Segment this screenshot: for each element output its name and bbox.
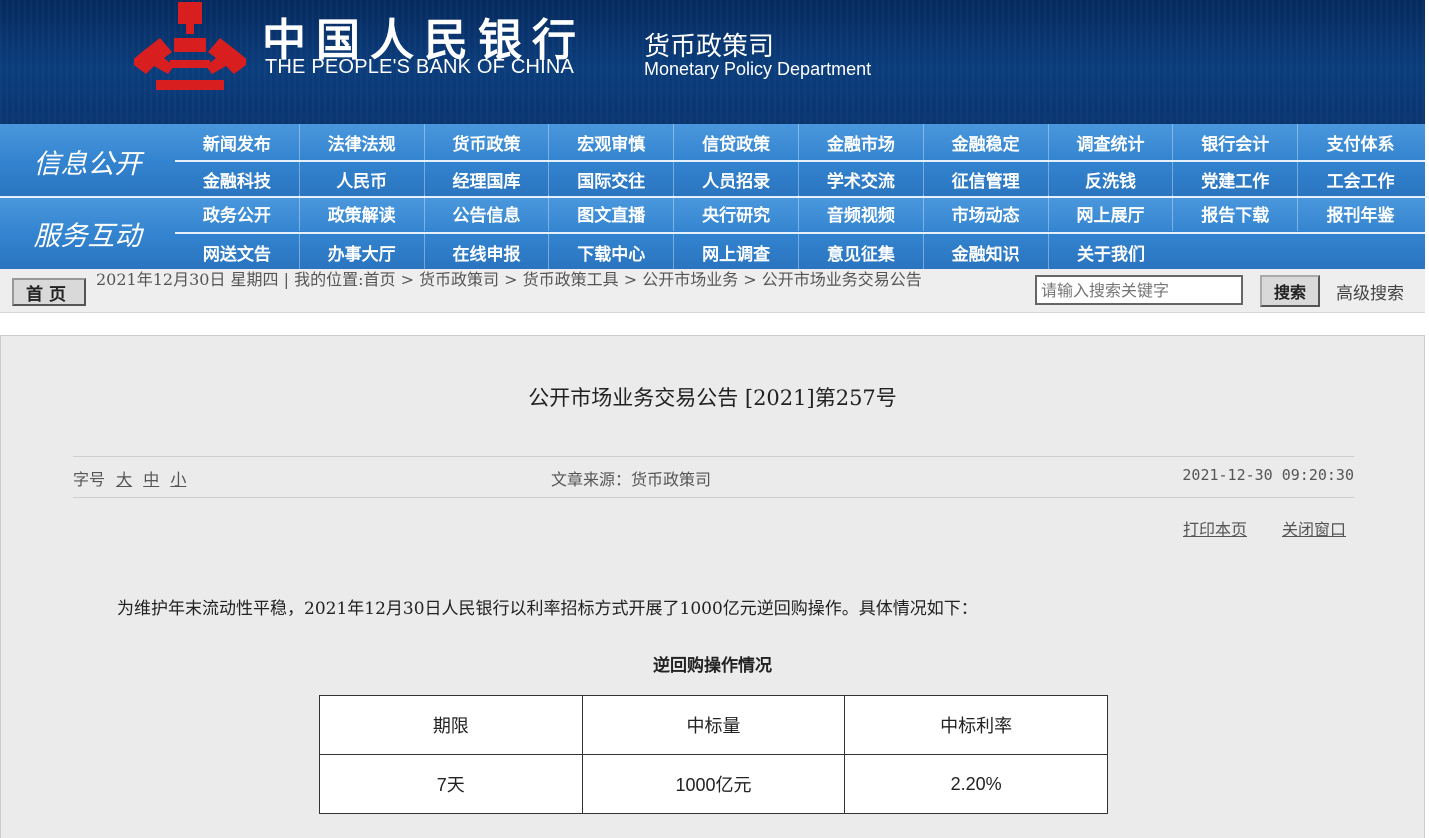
- advanced-search-link[interactable]: 高级搜索: [1336, 279, 1404, 304]
- print-page-link[interactable]: 打印本页: [1183, 516, 1247, 540]
- nav-item[interactable]: 报告下载: [1173, 195, 1299, 231]
- nav-item[interactable]: 网上调查: [674, 234, 799, 270]
- home-button[interactable]: 首页: [12, 278, 86, 306]
- nav-item[interactable]: 工会工作: [1298, 161, 1423, 197]
- page-title: 公开市场业务交易公告 [2021]第257号: [528, 386, 897, 410]
- pboc-logo-icon[interactable]: [134, 0, 246, 92]
- header-rate: 中标利率: [844, 695, 1108, 755]
- font-size-small-link[interactable]: 小: [170, 470, 186, 489]
- nav-item[interactable]: 市场动态: [924, 195, 1049, 231]
- breadcrumb-bar: 首页 2021年12月30日 星期四 | 我的位置:首页 > 货币政策司 > 货…: [0, 269, 1425, 313]
- cell-term: 7天: [319, 754, 583, 814]
- nav-item[interactable]: 人民币: [300, 161, 425, 197]
- header-term: 期限: [319, 695, 583, 755]
- nav-item[interactable]: 反洗钱: [1049, 161, 1174, 197]
- nav-row: 金融科技 人民币 经理国库 国际交往 人员招录 学术交流 征信管理 反洗钱 党建工作 工会工作: [175, 161, 1423, 197]
- nav-item[interactable]: 报刊年鉴: [1298, 195, 1423, 231]
- nav-item[interactable]: 信贷政策: [674, 124, 799, 160]
- nav-item[interactable]: 政务公开: [175, 195, 300, 231]
- nav-item[interactable]: 金融稳定: [924, 124, 1049, 160]
- nav-item[interactable]: 宏观审慎: [549, 124, 675, 160]
- nav-item[interactable]: 金融知识: [924, 234, 1049, 270]
- article-panel: 公开市场业务交易公告 [2021]第257号 字号 大 中 小 文章来源：货币政…: [0, 335, 1425, 838]
- nav-item[interactable]: 公告信息: [425, 195, 550, 231]
- font-size-medium-link[interactable]: 中: [143, 470, 159, 489]
- nav-section-label-service: 服务互动: [33, 221, 142, 252]
- nav-item[interactable]: 法律法规: [300, 124, 425, 160]
- font-size-control: 字号 大 中 小: [73, 466, 186, 490]
- nav-item[interactable]: 图文直播: [549, 195, 675, 231]
- nav-item[interactable]: 征信管理: [924, 161, 1049, 197]
- publish-date: 2021-12-30 09:20:30: [1182, 466, 1354, 484]
- nav-item[interactable]: 音频视频: [799, 195, 924, 231]
- search-input[interactable]: [1035, 275, 1243, 305]
- bank-name-en: THE PEOPLE'S BANK OF CHINA: [265, 56, 575, 78]
- nav-item[interactable]: 人员招录: [674, 161, 799, 197]
- nav-row: 新闻发布 法律法规 货币政策 宏观审慎 信贷政策 金融市场 金融稳定 调查统计 银行会计 支付体系: [175, 124, 1423, 160]
- nav-item[interactable]: 在线申报: [425, 234, 550, 270]
- article-body: 为维护年末流动性平稳，2021年12月30日人民银行以利率招标方式开展了1000…: [117, 599, 978, 619]
- nav-item[interactable]: 银行会计: [1173, 124, 1299, 160]
- department-name-en: Monetary Policy Department: [644, 59, 872, 79]
- nav-service-interaction: 服务互动 政务公开 政策解读 公告信息 图文直播 央行研究 音频视频 市场动态 网上展厅 报告下…: [0, 195, 1425, 270]
- nav-row: 政务公开 政策解读 公告信息 图文直播 央行研究 音频视频 市场动态 网上展厅 报告下载 报刊年鉴: [175, 195, 1423, 231]
- nav-item[interactable]: 意见征集: [799, 234, 924, 270]
- nav-item[interactable]: 学术交流: [799, 161, 924, 197]
- cell-rate: 2.20%: [844, 754, 1108, 814]
- reverse-repo-table: 期限 中标量 中标利率 7天 1000亿元 2.20%: [319, 695, 1108, 814]
- nav-item[interactable]: 党建工作: [1173, 161, 1299, 197]
- table-title: 逆回购操作情况: [653, 656, 772, 676]
- nav-item[interactable]: 金融市场: [799, 124, 924, 160]
- search-button[interactable]: 搜索: [1260, 275, 1320, 307]
- table-row: 7天 1000亿元 2.20%: [319, 754, 1108, 814]
- nav-item[interactable]: 关于我们: [1049, 234, 1174, 270]
- header-amount: 中标量: [581, 695, 846, 755]
- nav-info-disclosure: 信息公开 新闻发布 法律法规 货币政策 宏观审慎 信贷政策 金融市场 金融稳定 调查统计 银行会…: [0, 124, 1425, 198]
- font-size-label: 字号: [73, 470, 106, 489]
- cell-amount: 1000亿元: [581, 754, 846, 814]
- nav-item[interactable]: 办事大厅: [300, 234, 425, 270]
- nav-item[interactable]: 金融科技: [175, 161, 300, 197]
- nav-item[interactable]: 下载中心: [549, 234, 675, 270]
- table-header-row: 期限 中标量 中标利率: [319, 695, 1108, 755]
- nav-section-label-info: 信息公开: [33, 148, 142, 180]
- nav-item[interactable]: 经理国库: [425, 161, 550, 197]
- nav-item[interactable]: 新闻发布: [175, 124, 300, 160]
- nav-row: 网送文告 办事大厅 在线申报 下载中心 网上调查 意见征集 金融知识 关于我们: [175, 234, 1173, 270]
- nav-item[interactable]: 支付体系: [1298, 124, 1423, 160]
- nav-item[interactable]: 货币政策: [425, 124, 550, 160]
- department-name-cn: 货币政策司: [644, 32, 775, 62]
- article-source: 文章来源：货币政策司: [551, 470, 712, 489]
- nav-item[interactable]: 调查统计: [1049, 124, 1174, 160]
- close-window-link[interactable]: 关闭窗口: [1282, 516, 1346, 540]
- article-meta: 字号 大 中 小 文章来源：货币政策司 2021-12-30 09:20:30: [73, 456, 1354, 498]
- nav-item[interactable]: 网上展厅: [1049, 195, 1174, 231]
- font-size-large-link[interactable]: 大: [116, 470, 132, 489]
- site-header: 中国人民银行 THE PEOPLE'S BANK OF CHINA 货币政策司 …: [0, 0, 1425, 124]
- nav-item[interactable]: 政策解读: [300, 195, 425, 231]
- nav-item[interactable]: 央行研究: [674, 195, 799, 231]
- nav-item[interactable]: 国际交往: [549, 161, 675, 197]
- breadcrumb: 2021年12月30日 星期四 | 我的位置:首页 > 货币政策司 > 货币政策…: [96, 270, 922, 289]
- nav-item[interactable]: 网送文告: [175, 234, 300, 270]
